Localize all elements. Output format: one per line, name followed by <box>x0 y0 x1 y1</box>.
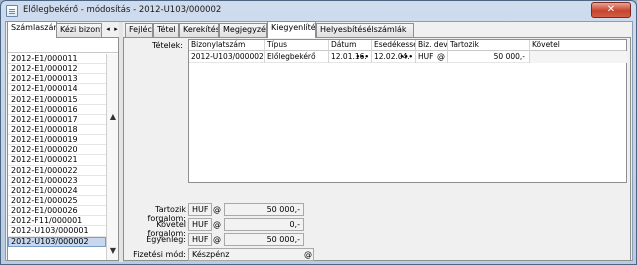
document-icon <box>6 5 18 17</box>
client-area: Számlaszám Kézi bizonyl ◂ ▸ 2012-E1/0000… <box>5 21 633 262</box>
egyenleg-currency-lookup-icon[interactable]: @ <box>213 235 221 244</box>
col-datum[interactable]: Dátum <box>329 40 372 51</box>
col-biz-dev[interactable]: Biz. dev. <box>416 40 448 51</box>
payment-method-lookup-icon[interactable]: @ <box>304 250 312 259</box>
list-item[interactable]: 2012-E1/000023 <box>8 176 106 186</box>
table-row[interactable]: 2012-U103/000002 Előlegbekérő 12.01.16. … <box>189 51 627 63</box>
list-item[interactable]: 2012-E1/000022 <box>8 166 106 176</box>
tab-tetel[interactable]: Tétel <box>153 23 179 37</box>
window-title: Előlegbekérő - módosítás - 2012-U103/000… <box>23 5 222 15</box>
tartozik-currency: HUF <box>188 203 212 216</box>
list-item[interactable]: 2012-E1/000020 <box>8 145 106 156</box>
col-kovetel[interactable]: Követel <box>530 40 627 51</box>
left-tab-strip: Számlaszám Kézi bizonyl ◂ ▸ <box>6 21 118 38</box>
list-scrollbar[interactable]: ▲ ▼ <box>106 54 118 260</box>
list-item[interactable]: 2012-E1/000018 <box>8 125 106 136</box>
tab-fejlec[interactable]: Fejléc <box>125 23 153 37</box>
tartozik-currency-lookup-icon[interactable]: @ <box>213 205 221 214</box>
close-button[interactable]: ✕ <box>591 2 631 18</box>
tetelek-label: Tételek: <box>152 41 183 50</box>
list-item[interactable]: 2012-E1/000026 <box>8 206 106 217</box>
egyenleg-label: Egyenleg: <box>146 235 186 244</box>
list-item[interactable]: 2012-U103/000001 <box>8 226 106 237</box>
list-item[interactable]: 2012-U103/000002 <box>8 236 106 247</box>
list-item[interactable]: 2012-F11/000001 <box>8 216 106 227</box>
fizetesi-mod-field: Készpénz <box>188 248 314 261</box>
list-item[interactable]: 2012-E1/000016 <box>8 105 106 115</box>
cell-esedekesseg: 12.02.04. ••• <box>372 51 416 63</box>
fizetesi-mod-label: Fizetési mód: <box>133 250 186 259</box>
scroll-down-icon[interactable]: ▼ <box>107 246 119 256</box>
tab-kiegyenlites[interactable]: Kiegyenlítés <box>267 21 316 38</box>
list-item[interactable]: 2012-E1/000024 <box>8 186 106 196</box>
cell-kovetel <box>530 51 627 63</box>
tab-szamlaszam[interactable]: Számlaszám <box>7 21 57 38</box>
list-item[interactable]: 2012-E1/000011 <box>8 54 106 65</box>
right-tab-strip: Fejléc Tétel Kerekítés Megjegyzés Kiegye… <box>123 21 631 38</box>
list-item[interactable]: 2012-E1/000019 <box>8 135 106 146</box>
tab-scroll-left-icon[interactable]: ◂ <box>104 23 112 37</box>
app-window: Előlegbekérő - módosítás - 2012-U103/000… <box>0 0 637 265</box>
list-item[interactable]: 2012-E1/000013 <box>8 74 106 85</box>
list-item[interactable]: 2012-E1/000014 <box>8 84 106 95</box>
tab-kezi-bizonylat[interactable]: Kézi bizonyl <box>56 23 102 37</box>
tetelek-grid: Bizonylatszám Típus Dátum Esedékesség Bi… <box>188 39 627 183</box>
col-bizonylatszam[interactable]: Bizonylatszám <box>189 40 265 51</box>
cell-tartozik: 50 000,- <box>448 51 530 63</box>
cell-biz-dev: HUF @ <box>416 51 448 63</box>
date-picker-icon[interactable]: ••• <box>356 51 369 63</box>
tab-kerekites[interactable]: Kerekítés <box>179 23 219 37</box>
kiegyenlites-panel: Tételek: Bizonylatszám Típus Dátum Esedé… <box>123 37 631 261</box>
invoice-list-panel: 2012-E1/000011 2012-E1/000012 2012-E1/0000… <box>7 37 119 261</box>
list-item[interactable]: 2012-E1/000025 <box>8 196 106 207</box>
title-bar: Előlegbekérő - módosítás - 2012-U103/000… <box>1 1 636 21</box>
cell-tipus: Előlegbekérő <box>265 51 329 63</box>
cell-datum: 12.01.16. ••• <box>329 51 372 63</box>
egyenleg-value: 50 000,- <box>224 233 304 246</box>
scroll-up-icon[interactable]: ▲ <box>107 112 119 122</box>
tab-helyesbites[interactable]: Helyesbítésélszámlák <box>316 23 414 37</box>
tab-megjegyzes[interactable]: Megjegyzés <box>219 23 267 37</box>
grid-header: Bizonylatszám Típus Dátum Esedékesség Bi… <box>189 40 626 51</box>
list-item[interactable]: 2012-E1/000012 <box>8 64 106 75</box>
kovetel-currency-lookup-icon[interactable]: @ <box>213 220 221 229</box>
due-date-picker-icon[interactable]: ••• <box>400 51 413 63</box>
cell-bizonylatszam: 2012-U103/000002 <box>191 51 265 63</box>
list-item[interactable]: 2012-E1/000015 <box>8 95 106 105</box>
col-tipus[interactable]: Típus <box>265 40 329 51</box>
kovetel-currency: HUF <box>188 218 212 231</box>
cell-dev-text: HUF <box>418 52 434 61</box>
list-item[interactable]: 2012-E1/000017 <box>8 115 106 125</box>
summary-section: Tartozik forgalom: HUF @ 50 000,- Követe… <box>124 188 424 261</box>
kovetel-value: 0,- <box>224 218 304 231</box>
list-header <box>8 38 118 53</box>
invoice-list: 2012-E1/000011 2012-E1/000012 2012-E1/0000… <box>8 54 106 247</box>
col-tartozik[interactable]: Tartozik <box>448 40 530 51</box>
tartozik-value: 50 000,- <box>224 203 304 216</box>
col-esedekesseg[interactable]: Esedékesség <box>372 40 416 51</box>
currency-lookup-icon[interactable]: @ <box>437 51 445 63</box>
egyenleg-currency: HUF <box>188 233 212 246</box>
list-item[interactable]: 2012-E1/000021 <box>8 155 106 166</box>
